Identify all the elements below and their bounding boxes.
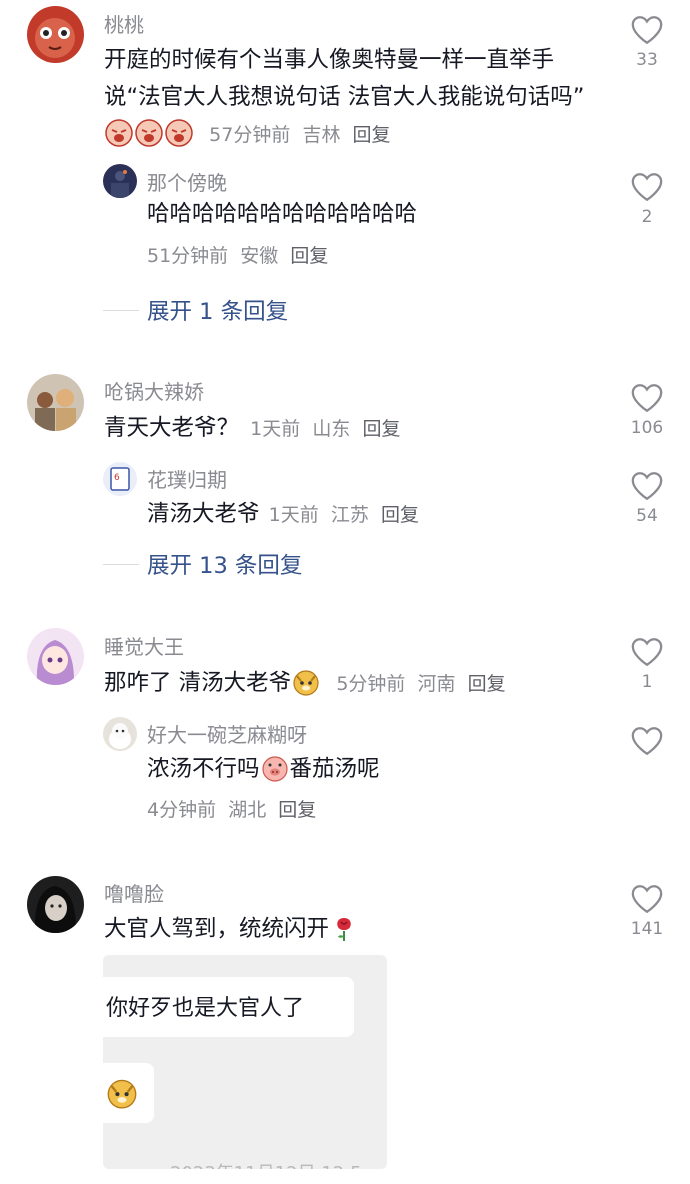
reply-text: 清汤大老爷 1天前 江苏 回复 xyxy=(147,496,419,534)
expand-label: 展开 13 条回复 xyxy=(147,553,303,579)
location: 江苏 xyxy=(330,504,369,526)
like-button[interactable]: 54 xyxy=(617,470,677,526)
image-timestamp: 2023年11月12日 12:5 xyxy=(170,1159,362,1169)
heart-icon xyxy=(631,173,663,202)
reply-meta: 51分钟前 安徽 回复 xyxy=(147,241,328,268)
like-button[interactable]: 106 xyxy=(617,382,677,438)
avatar[interactable] xyxy=(27,374,84,431)
username[interactable]: 好大一碗芝麻糊呀 xyxy=(147,719,307,748)
divider xyxy=(103,309,139,311)
doge-emoji-icon xyxy=(107,1079,137,1109)
expand-label: 展开 1 条回复 xyxy=(147,299,289,325)
like-count: 141 xyxy=(630,919,664,939)
comment-body: 开庭的时候有个当事人像奥特曼一样一直举手说“法官大人我想说句话 法官大人我能说句… xyxy=(104,47,585,110)
like-count: 33 xyxy=(636,50,658,70)
comment-text: 大官人驾到，统统闪开 xyxy=(104,911,359,948)
comment-meta: 1天前 山东 回复 xyxy=(250,418,400,440)
location: 河南 xyxy=(417,673,456,695)
divider xyxy=(103,563,139,565)
reply-button[interactable]: 回复 xyxy=(468,673,506,695)
heart-icon xyxy=(631,727,663,756)
timestamp: 5分钟前 xyxy=(336,673,406,695)
username[interactable]: 睡觉大王 xyxy=(104,631,184,660)
expand-replies-button[interactable]: 展开 1 条回复 xyxy=(103,294,288,326)
timestamp: 57分钟前 xyxy=(209,124,291,146)
username[interactable]: 噜噜脸 xyxy=(104,878,164,907)
reply-meta: 4分钟前 湖北 回复 xyxy=(147,795,316,822)
comment-text: 开庭的时候有个当事人像奥特曼一样一直举手说“法官大人我想说句话 法官大人我能说句… xyxy=(104,42,604,154)
like-count: 54 xyxy=(636,506,658,526)
timestamp: 1天前 xyxy=(268,504,319,526)
username[interactable]: 桃桃 xyxy=(104,9,144,38)
like-button[interactable]: 2 xyxy=(617,171,677,227)
like-count: 1 xyxy=(641,672,653,692)
comment-body: 大官人驾到，统统闪开 xyxy=(104,916,330,942)
location: 吉林 xyxy=(302,124,341,146)
heart-icon xyxy=(631,384,663,413)
rose-emoji-icon xyxy=(330,914,358,942)
reply-body: 浓汤不行吗 xyxy=(147,756,260,782)
comment-body: 青天大老爷？ xyxy=(104,415,240,441)
chat-bubble-text: 你好歹也是大官人了 xyxy=(106,996,305,1021)
crying-emoji-icon xyxy=(105,119,133,147)
avatar[interactable] xyxy=(27,628,84,685)
timestamp: 51分钟前 xyxy=(147,245,229,267)
heart-icon xyxy=(631,638,663,667)
comment-text: 青天大老爷？ 1天前 山东 回复 xyxy=(104,410,400,448)
timestamp: 1天前 xyxy=(250,418,301,440)
svg-text:6: 6 xyxy=(114,473,120,483)
comment-meta: 5分钟前 河南 回复 xyxy=(336,673,505,695)
location: 山东 xyxy=(312,418,351,440)
reply-button[interactable]: 回复 xyxy=(381,504,419,526)
heart-icon xyxy=(631,16,663,45)
crying-emoji-icon xyxy=(165,119,193,147)
avatar[interactable] xyxy=(27,6,84,63)
comment-body: 那咋了 清汤大老爷 xyxy=(104,670,292,696)
comment-image[interactable]: 你好歹也是大官人了 2023年11月12日 12:5 xyxy=(103,955,387,1169)
comment-text: 那咋了 清汤大老爷 5分钟前 河南 回复 xyxy=(104,665,506,703)
like-count: 2 xyxy=(641,207,653,227)
username[interactable]: 那个傍晚 xyxy=(147,167,227,196)
username[interactable]: 呛锅大辣娇 xyxy=(104,376,204,405)
doge-emoji-icon xyxy=(292,668,320,696)
avatar[interactable] xyxy=(103,717,137,751)
avatar[interactable] xyxy=(103,164,137,198)
reply-button[interactable]: 回复 xyxy=(290,245,328,267)
chat-bubble: 你好歹也是大官人了 xyxy=(103,977,354,1037)
comment-meta: 57分钟前 吉林 回复 xyxy=(209,124,390,146)
like-count: 106 xyxy=(630,418,664,438)
timestamp: 4分钟前 xyxy=(147,799,217,821)
reply-body: 清汤大老爷 xyxy=(147,501,260,527)
expand-replies-button[interactable]: 展开 13 条回复 xyxy=(103,548,302,580)
location: 安徽 xyxy=(240,245,279,267)
like-button[interactable]: 141 xyxy=(617,883,677,939)
crying-emoji-icon xyxy=(135,119,163,147)
pig-emoji-icon xyxy=(261,754,289,782)
username[interactable]: 花璞归期 xyxy=(147,464,227,493)
avatar[interactable] xyxy=(27,876,84,933)
like-button[interactable]: 33 xyxy=(617,14,677,70)
reply-button[interactable]: 回复 xyxy=(278,799,316,821)
reply-text: 浓汤不行吗 番茄汤呢 xyxy=(147,751,380,788)
heart-icon xyxy=(631,885,663,914)
reply-body: 番茄汤呢 xyxy=(289,756,380,782)
heart-icon xyxy=(631,472,663,501)
reply-meta: 1天前 江苏 回复 xyxy=(269,504,419,526)
reply-text: 哈哈哈哈哈哈哈哈哈哈哈哈 xyxy=(147,201,418,227)
reply-button[interactable]: 回复 xyxy=(353,124,391,146)
chat-bubble xyxy=(103,1063,154,1123)
avatar[interactable]: 6 xyxy=(103,462,137,496)
like-button[interactable]: 1 xyxy=(617,636,677,692)
reply-button[interactable]: 回复 xyxy=(362,418,400,440)
like-button[interactable] xyxy=(617,725,677,757)
location: 湖北 xyxy=(228,799,267,821)
